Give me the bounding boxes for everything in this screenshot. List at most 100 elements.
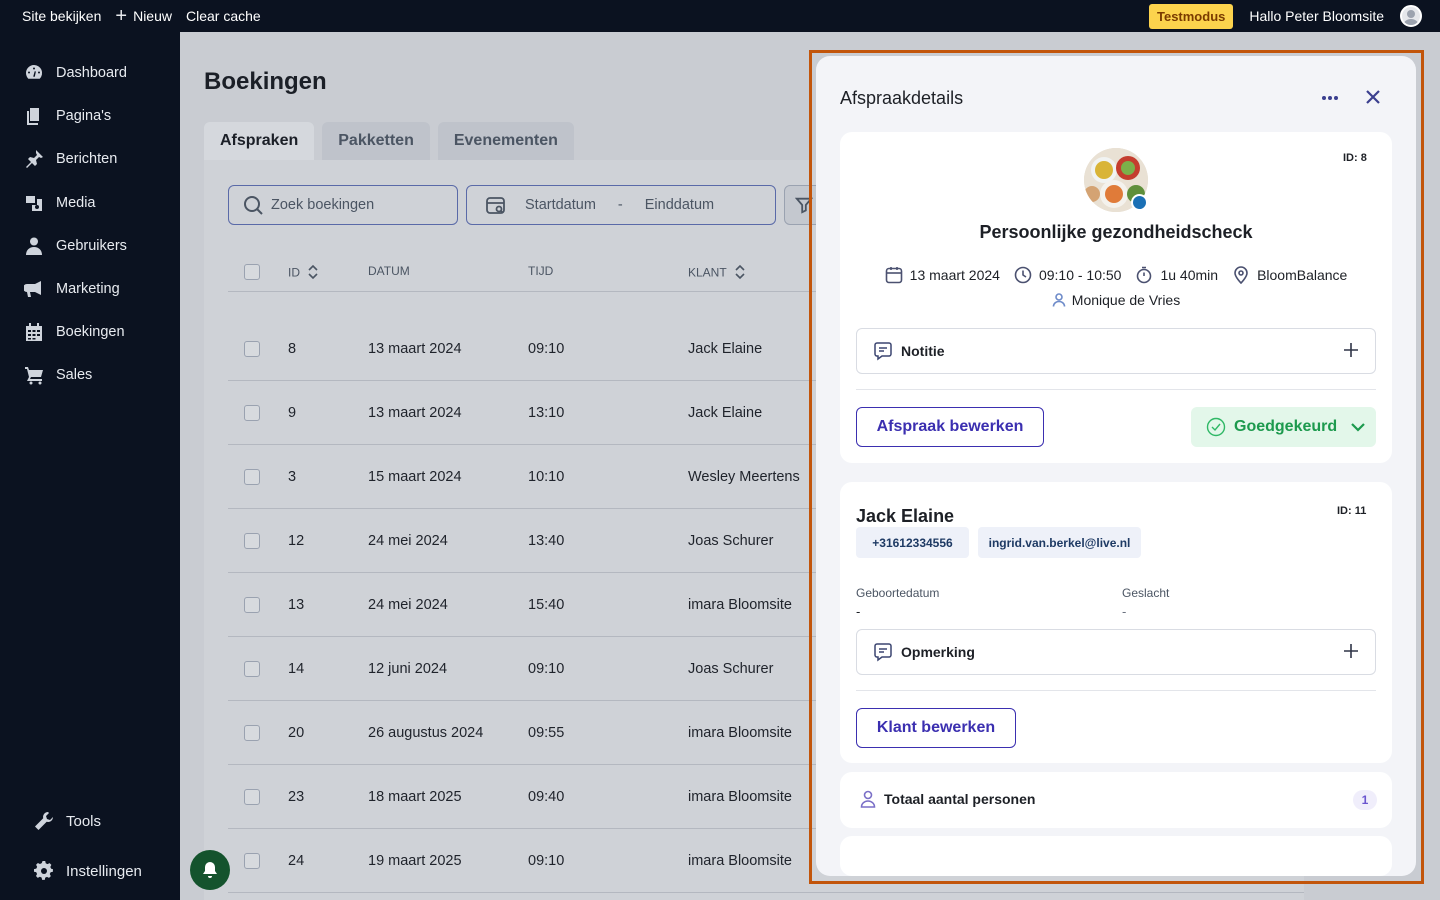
sidebar-item-label: Berichten xyxy=(56,151,118,167)
edit-client-button[interactable]: Klant bewerken xyxy=(856,708,1016,748)
row-checkbox[interactable] xyxy=(244,469,260,485)
end-date-field[interactable]: Einddatum xyxy=(645,197,714,213)
new-label: Nieuw xyxy=(133,8,172,24)
row-id: 8 xyxy=(288,341,297,357)
add-note-button[interactable] xyxy=(1343,342,1359,361)
appointment-id: ID: 8 xyxy=(1343,152,1367,164)
new-menu-button[interactable]: + Nieuw xyxy=(108,0,179,32)
sort-icon xyxy=(735,264,745,283)
row-client: imara Bloomsite xyxy=(688,725,792,741)
row-checkbox[interactable] xyxy=(244,597,260,613)
sidebar-item-label: Media xyxy=(56,195,96,211)
note-row[interactable]: Notitie xyxy=(856,328,1376,374)
edit-appointment-button[interactable]: Afspraak bewerken xyxy=(856,407,1044,447)
sort-icon xyxy=(308,264,318,283)
sidebar-item-pages[interactable]: Pagina's xyxy=(0,96,180,136)
chevron-down-icon xyxy=(1351,423,1365,432)
media-icon xyxy=(26,196,42,211)
test-mode-badge[interactable]: Testmodus xyxy=(1148,3,1234,29)
persons-row: Totaal aantal personen xyxy=(860,790,1035,808)
row-client: Joas Schurer xyxy=(688,661,774,677)
sidebar-item-settings[interactable]: Instellingen xyxy=(0,851,180,891)
row-date: 15 maart 2024 xyxy=(368,469,462,485)
date-text: 13 maart 2024 xyxy=(909,267,1000,283)
appointment-location: BloomBalance xyxy=(1232,266,1347,284)
column-header-time[interactable]: TIJD xyxy=(528,264,553,278)
greeting-link[interactable]: Hallo Peter Bloomsite xyxy=(1249,8,1384,24)
row-time: 09:55 xyxy=(528,725,565,741)
birthdate-value: - xyxy=(856,604,861,619)
start-date-field[interactable]: Startdatum xyxy=(525,197,596,213)
gear-icon xyxy=(34,861,53,880)
tab-appointments[interactable]: Afspraken xyxy=(204,122,315,160)
sidebar-item-bookings[interactable]: Boekingen xyxy=(0,312,180,352)
appointment-date: 13 maart 2024 xyxy=(885,266,1000,284)
row-checkbox[interactable] xyxy=(244,533,260,549)
date-range-picker[interactable]: Startdatum - Einddatum xyxy=(466,185,776,225)
view-site-link[interactable]: Site bekijken xyxy=(15,0,108,32)
client-id: ID: 11 xyxy=(1337,505,1367,517)
avatar[interactable] xyxy=(1400,5,1422,27)
sidebar-item-label: Gebruikers xyxy=(56,238,127,254)
sidebar-item-tools[interactable]: Tools xyxy=(0,801,180,841)
row-checkbox[interactable] xyxy=(244,661,260,677)
clear-cache-button[interactable]: Clear cache xyxy=(179,0,268,32)
row-client: imara Bloomsite xyxy=(688,789,792,805)
row-date: 26 augustus 2024 xyxy=(368,725,484,741)
sidebar-item-posts[interactable]: Berichten xyxy=(0,139,180,179)
client-phone-chip[interactable]: +31612334556 xyxy=(856,527,969,558)
location-text: BloomBalance xyxy=(1257,267,1348,283)
ellipsis-icon xyxy=(1322,96,1338,100)
person-icon xyxy=(1052,293,1066,307)
row-checkbox[interactable] xyxy=(244,405,260,421)
status-dropdown[interactable]: Goedgekeurd xyxy=(1191,407,1376,447)
search-icon xyxy=(244,196,263,215)
client-email-chip[interactable]: ingrid.van.berkel@live.nl xyxy=(978,527,1141,558)
sidebar-item-label: Tools xyxy=(66,812,102,830)
row-time: 10:10 xyxy=(528,469,565,485)
sidebar-item-media[interactable]: Media xyxy=(0,183,180,223)
search-input[interactable]: Zoek boekingen xyxy=(228,185,458,225)
row-date: 13 maart 2024 xyxy=(368,405,462,421)
gender-value: - xyxy=(1122,604,1127,619)
plus-icon: + xyxy=(115,5,128,27)
tab-packages[interactable]: Pakketten xyxy=(322,122,430,160)
time-text: 09:10 - 10:50 xyxy=(1038,267,1122,283)
appointment-details-drawer: Afspraakdetails ID: 8 Persoonlijke gezon… xyxy=(816,56,1416,876)
row-time: 15:40 xyxy=(528,597,565,613)
sidebar-item-label: Instellingen xyxy=(66,862,142,880)
sidebar-item-label: Boekingen xyxy=(56,324,125,340)
select-all-checkbox[interactable] xyxy=(244,264,260,280)
employee-text: Monique de Vries xyxy=(1071,292,1181,308)
remark-label: Opmerking xyxy=(901,644,975,660)
column-header-id[interactable]: ID xyxy=(288,264,318,283)
row-id: 9 xyxy=(288,405,297,421)
column-header-label: KLANT xyxy=(688,265,727,280)
appointment-card: ID: 8 Persoonlijke gezondheidscheck 13 m… xyxy=(840,132,1392,463)
remark-row[interactable]: Opmerking xyxy=(856,629,1376,675)
row-time: 13:10 xyxy=(528,405,565,421)
row-checkbox[interactable] xyxy=(244,341,260,357)
sidebar-item-sales[interactable]: Sales xyxy=(0,355,180,395)
row-checkbox[interactable] xyxy=(244,789,260,805)
appointment-meta: 13 maart 2024 09:10 - 10:50 1u 40min Blo… xyxy=(840,266,1392,284)
sidebar-item-dashboard[interactable]: Dashboard xyxy=(0,53,180,93)
column-header-client[interactable]: KLANT xyxy=(688,264,745,283)
calendar-icon xyxy=(26,323,42,341)
row-checkbox[interactable] xyxy=(244,853,260,869)
search-placeholder: Zoek boekingen xyxy=(271,197,375,213)
column-header-date[interactable]: DATUM xyxy=(368,264,410,278)
admin-top-bar: Site bekijken + Nieuw Clear cache Testmo… xyxy=(0,0,1440,32)
add-remark-button[interactable] xyxy=(1343,643,1359,662)
dashboard-icon xyxy=(26,64,43,79)
close-button[interactable] xyxy=(1364,88,1384,108)
view-site-label: Site bekijken xyxy=(22,8,102,24)
notifications-button[interactable] xyxy=(190,850,230,890)
row-id: 3 xyxy=(288,469,297,485)
sidebar-item-users[interactable]: Gebruikers xyxy=(0,226,180,266)
row-checkbox[interactable] xyxy=(244,725,260,741)
more-options-button[interactable] xyxy=(1320,88,1340,108)
sidebar-item-marketing[interactable]: Marketing xyxy=(0,269,180,309)
check-circle-icon xyxy=(1206,417,1226,437)
tab-events[interactable]: Evenementen xyxy=(437,122,574,160)
